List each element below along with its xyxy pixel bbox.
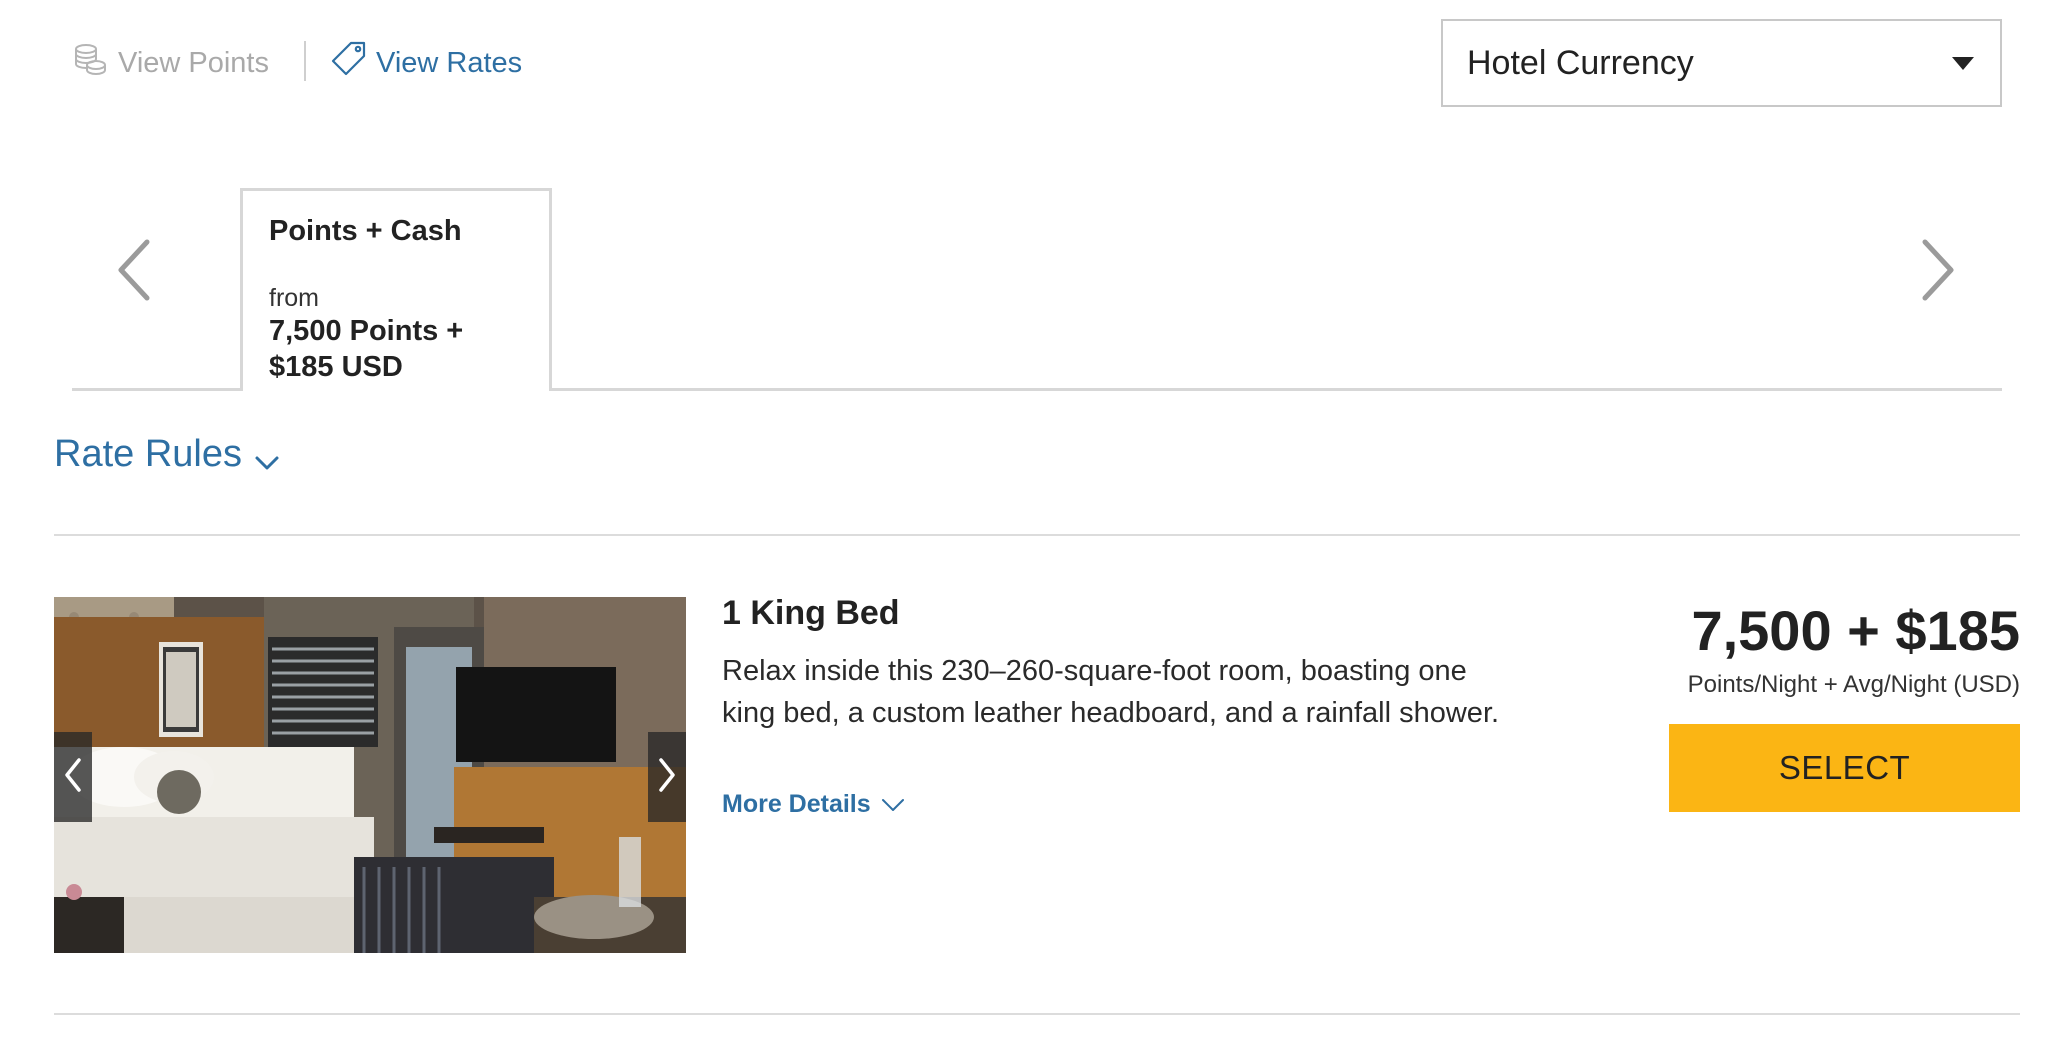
- currency-select[interactable]: Hotel Currency: [1441, 19, 2002, 107]
- view-points-label: View Points: [118, 46, 269, 79]
- coins-stack-icon: [72, 41, 108, 85]
- view-rates-label: View Rates: [376, 46, 523, 79]
- chevron-right-icon: [657, 757, 677, 798]
- image-next-button[interactable]: [648, 732, 686, 822]
- more-details-label: More Details: [722, 789, 871, 818]
- tabs-prev-button[interactable]: [104, 232, 164, 312]
- room-photo-illustration: [54, 597, 686, 953]
- chevron-down-icon: [881, 790, 905, 819]
- row-divider: [54, 1013, 2020, 1015]
- room-photo: [54, 597, 686, 953]
- room-title: 1 King Bed: [722, 594, 900, 632]
- room-price-caption: Points/Night + Avg/Night (USD): [1687, 671, 2020, 698]
- chevron-left-icon: [63, 757, 83, 798]
- rate-tab-points-cash[interactable]: Points + Cash from 7,500 Points + $185 U…: [240, 188, 552, 391]
- chevron-left-icon: [115, 238, 153, 307]
- rate-tab-price: 7,500 Points + $185 USD: [269, 315, 464, 383]
- rate-tab-from-label: from: [269, 284, 319, 312]
- select-button[interactable]: SELECT: [1669, 724, 2020, 812]
- rate-rules-toggle[interactable]: Rate Rules: [54, 428, 280, 480]
- section-divider: [54, 534, 2020, 536]
- rate-tab-title: Points + Cash: [269, 215, 462, 247]
- view-points-toggle[interactable]: View Points: [72, 40, 269, 86]
- chevron-right-icon: [1919, 238, 1957, 307]
- caret-down-icon: [1952, 56, 1974, 70]
- more-details-link[interactable]: More Details: [722, 786, 905, 822]
- currency-select-value: Hotel Currency: [1467, 43, 1694, 82]
- room-price: 7,500 + $185: [1691, 599, 2020, 662]
- rate-rules-label: Rate Rules: [54, 432, 242, 475]
- image-prev-button[interactable]: [54, 732, 92, 822]
- view-rates-toggle[interactable]: View Rates: [330, 40, 522, 86]
- chevron-down-icon: [254, 438, 280, 481]
- tabs-next-button[interactable]: [1908, 232, 1968, 312]
- toggle-divider: [304, 41, 306, 81]
- room-description: Relax inside this 230–260-square-foot ro…: [722, 655, 1500, 729]
- price-tag-icon: [330, 40, 368, 86]
